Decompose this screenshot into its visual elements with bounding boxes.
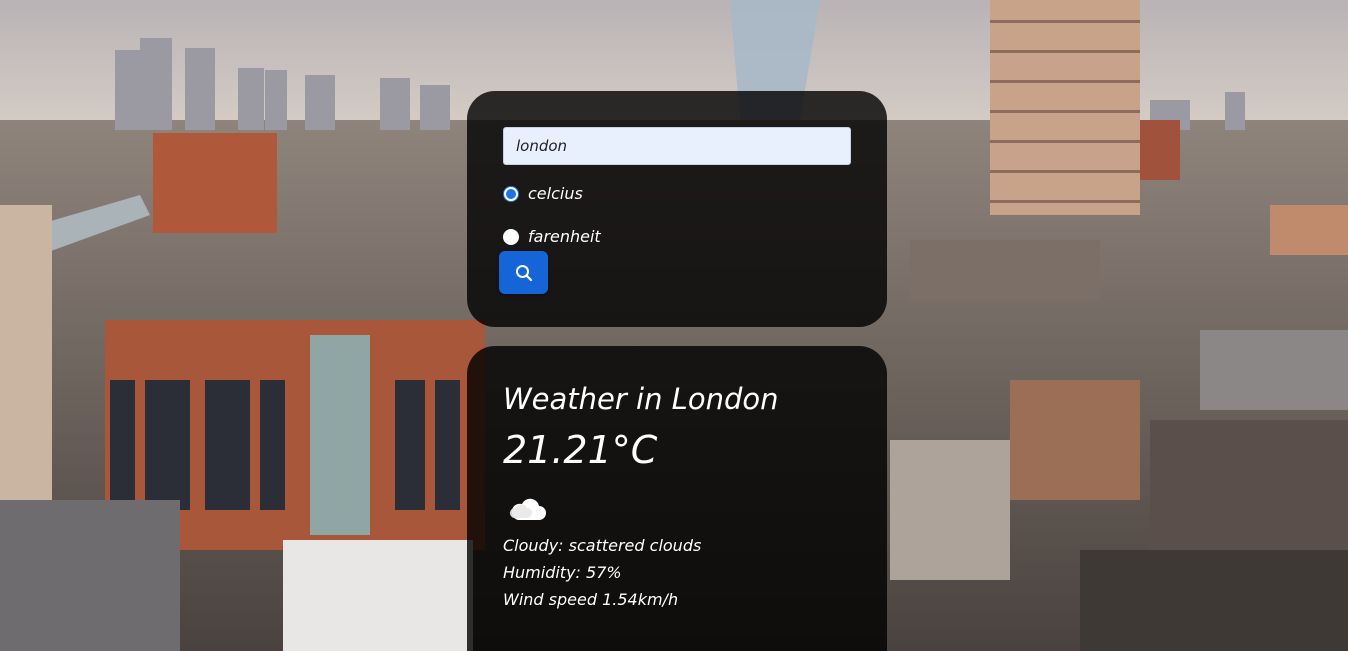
cloud-icon [509, 498, 546, 520]
weather-card: Weather in London 21.21°C Cloudy: scatte… [467, 346, 887, 651]
fahrenheit-radio-option[interactable]: farenheit [503, 227, 601, 246]
weather-description: Cloudy: scattered clouds [503, 536, 702, 555]
weather-title: Weather in London [503, 382, 779, 416]
fahrenheit-radio-label: farenheit [528, 227, 601, 246]
search-button[interactable] [499, 251, 548, 294]
search-card: celcius farenheit [467, 91, 887, 327]
celsius-radio-option[interactable]: celcius [503, 184, 583, 203]
celsius-radio-label: celcius [528, 184, 583, 203]
city-search-input[interactable] [503, 127, 851, 165]
humidity-value: Humidity: 57% [503, 563, 622, 582]
wind-speed-value: Wind speed 1.54km/h [503, 590, 679, 609]
temperature-value: 21.21°C [503, 428, 658, 472]
fahrenheit-radio-button[interactable] [503, 228, 519, 245]
celsius-radio-button[interactable] [503, 185, 519, 202]
search-icon [515, 264, 532, 281]
